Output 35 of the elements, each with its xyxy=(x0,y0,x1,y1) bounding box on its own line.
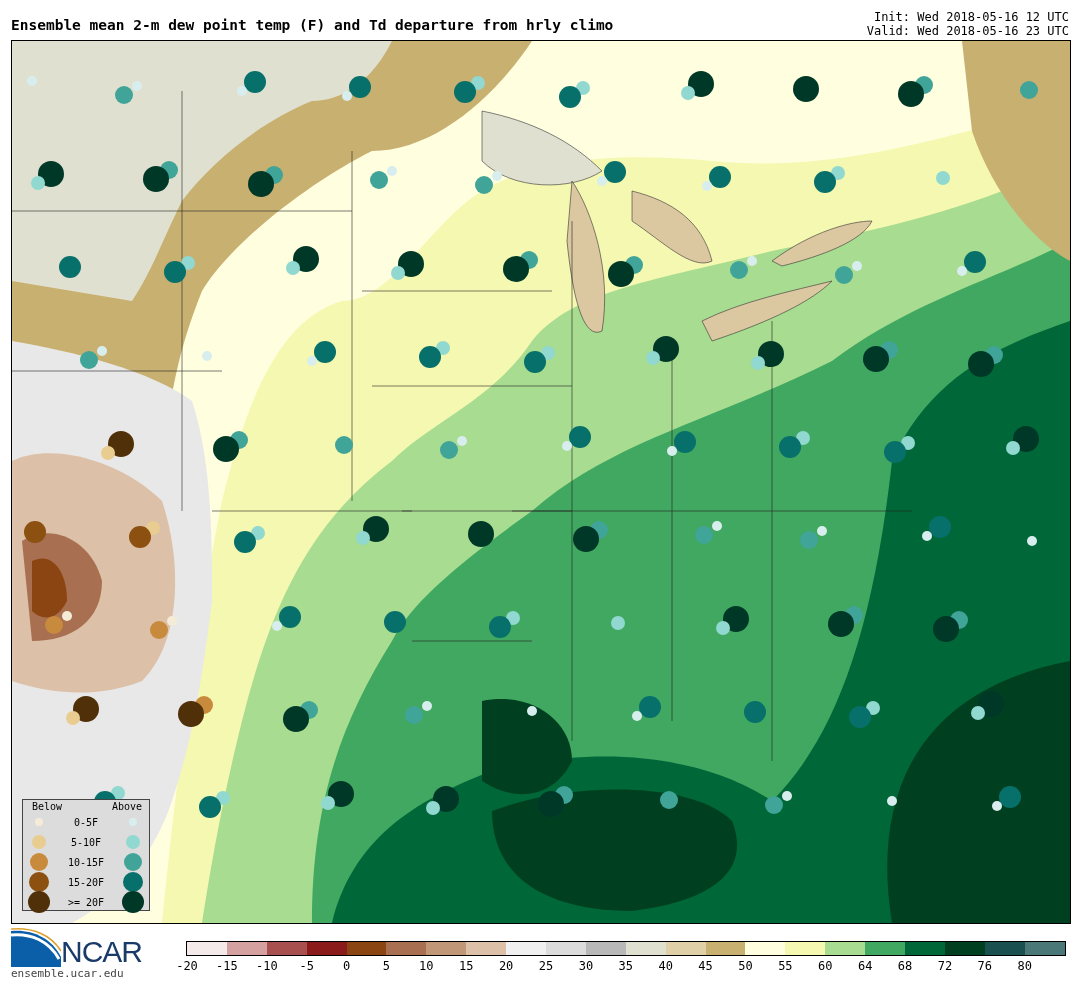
colorbar-tick-label: 72 xyxy=(936,959,954,973)
colorbar-tick-label: 25 xyxy=(537,959,555,973)
colorbar-tick-label: -20 xyxy=(175,959,199,973)
colorbar-tick-label: 10 xyxy=(418,959,435,973)
logo-text: NCAR xyxy=(61,937,142,967)
above-heading: Above xyxy=(111,801,142,812)
legend-label: 5-10F xyxy=(69,836,103,848)
colorbar-tick-label: 40 xyxy=(657,959,674,973)
colorbar-tick-label: 5 xyxy=(381,959,392,973)
colorbar-tick-label: 55 xyxy=(777,959,794,973)
colorbar-tick-label: 0 xyxy=(341,959,352,973)
colorbar-tick-label: 45 xyxy=(697,959,714,973)
colorbar-tick-label: 68 xyxy=(896,959,914,973)
colorbar-tick-label: 64 xyxy=(856,959,874,973)
init-time: Init: Wed 2018-05-16 12 UTC xyxy=(873,10,1069,24)
valid-time: Valid: Wed 2018-05-16 23 UTC xyxy=(866,24,1069,38)
colorbar-tick-label: 60 xyxy=(817,959,834,973)
colorbar-tick-label: -10 xyxy=(254,959,279,973)
colorbar-tick-label: 30 xyxy=(577,959,595,973)
chart-title: Ensemble mean 2-m dew point temp (F) and Td departure from hrly climo xyxy=(11,17,614,33)
colorbar-tick-label: 35 xyxy=(617,959,634,973)
website-url: ensemble.ucar.edu xyxy=(11,967,125,980)
swoosh-logo-icon xyxy=(11,927,61,967)
colorbar-tick-label: -5 xyxy=(298,959,315,973)
below-heading: Below xyxy=(32,801,63,812)
legend-label: 10-15F xyxy=(66,856,106,868)
colorbar-tick-label: 50 xyxy=(737,959,754,973)
colorbar-tick-label: 15 xyxy=(458,959,475,973)
colorbar-tick-label: 76 xyxy=(976,959,994,973)
legend-label: >= 20F xyxy=(66,896,106,908)
colorbar-tick-label: 80 xyxy=(1016,959,1033,973)
legend-label: 0-5F xyxy=(72,816,100,828)
colorbar-tick-label: -15 xyxy=(215,959,239,973)
legend-label: 15-20F xyxy=(66,876,106,888)
colorbar-tick-label: 20 xyxy=(497,959,515,973)
